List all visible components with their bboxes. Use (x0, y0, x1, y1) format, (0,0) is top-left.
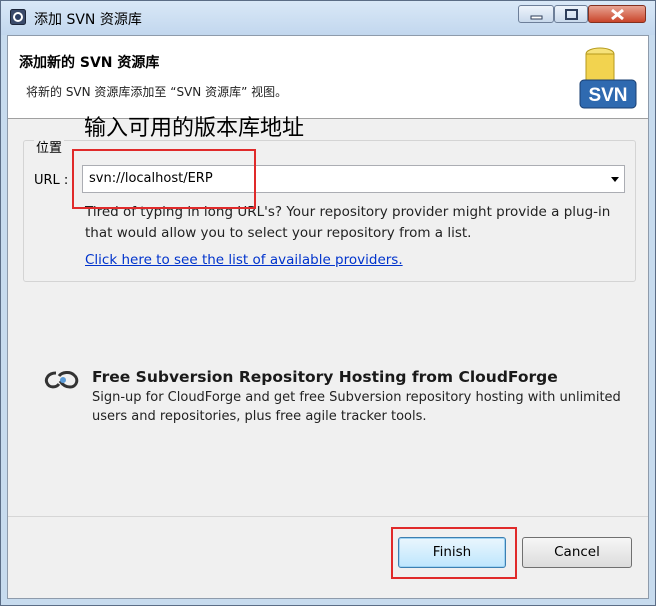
dropdown-arrow-icon[interactable] (611, 177, 619, 182)
title-bar[interactable]: 添加 SVN 资源库 (1, 1, 655, 35)
dialog-body: 添加新的 SVN 资源库 将新的 SVN 资源库添加至 “SVN 资源库” 视图… (7, 35, 649, 599)
url-highlight-box (72, 149, 256, 209)
cloudforge-description: Sign-up for CloudForge and get free Subv… (92, 390, 621, 424)
maximize-button[interactable] (554, 5, 588, 23)
svn-logo-icon: SVN (579, 47, 637, 109)
cloudforge-title: Free Subversion Repository Hosting from … (92, 368, 558, 386)
dialog-window: 添加 SVN 资源库 添加新的 SVN 资源库 将新的 SVN 资源库添加至 “… (0, 0, 656, 606)
finish-highlight-box (391, 527, 517, 579)
page-description: 将新的 SVN 资源库添加至 “SVN 资源库” 视图。 (26, 85, 288, 99)
close-button[interactable] (588, 5, 646, 23)
eclipse-app-icon (10, 9, 26, 25)
minimize-icon (530, 15, 543, 20)
svg-text:SVN: SVN (588, 85, 627, 106)
window-title: 添加 SVN 资源库 (34, 12, 142, 28)
providers-link[interactable]: Click here to see the list of available … (85, 252, 403, 268)
footer-divider (8, 516, 648, 517)
cloudforge-logo-icon (44, 371, 79, 389)
location-group-label: 位置 (34, 137, 65, 156)
maximize-icon (565, 9, 578, 20)
annotation-caption: 输入可用的版本库地址 (84, 116, 305, 141)
page-title: 添加新的 SVN 资源库 (19, 55, 160, 71)
cancel-button[interactable]: Cancel (522, 537, 632, 568)
url-label: URL : (34, 173, 69, 188)
minimize-button[interactable] (518, 5, 554, 23)
close-icon (611, 8, 624, 21)
header-banner: 添加新的 SVN 资源库 将新的 SVN 资源库添加至 “SVN 资源库” 视图… (8, 36, 648, 119)
